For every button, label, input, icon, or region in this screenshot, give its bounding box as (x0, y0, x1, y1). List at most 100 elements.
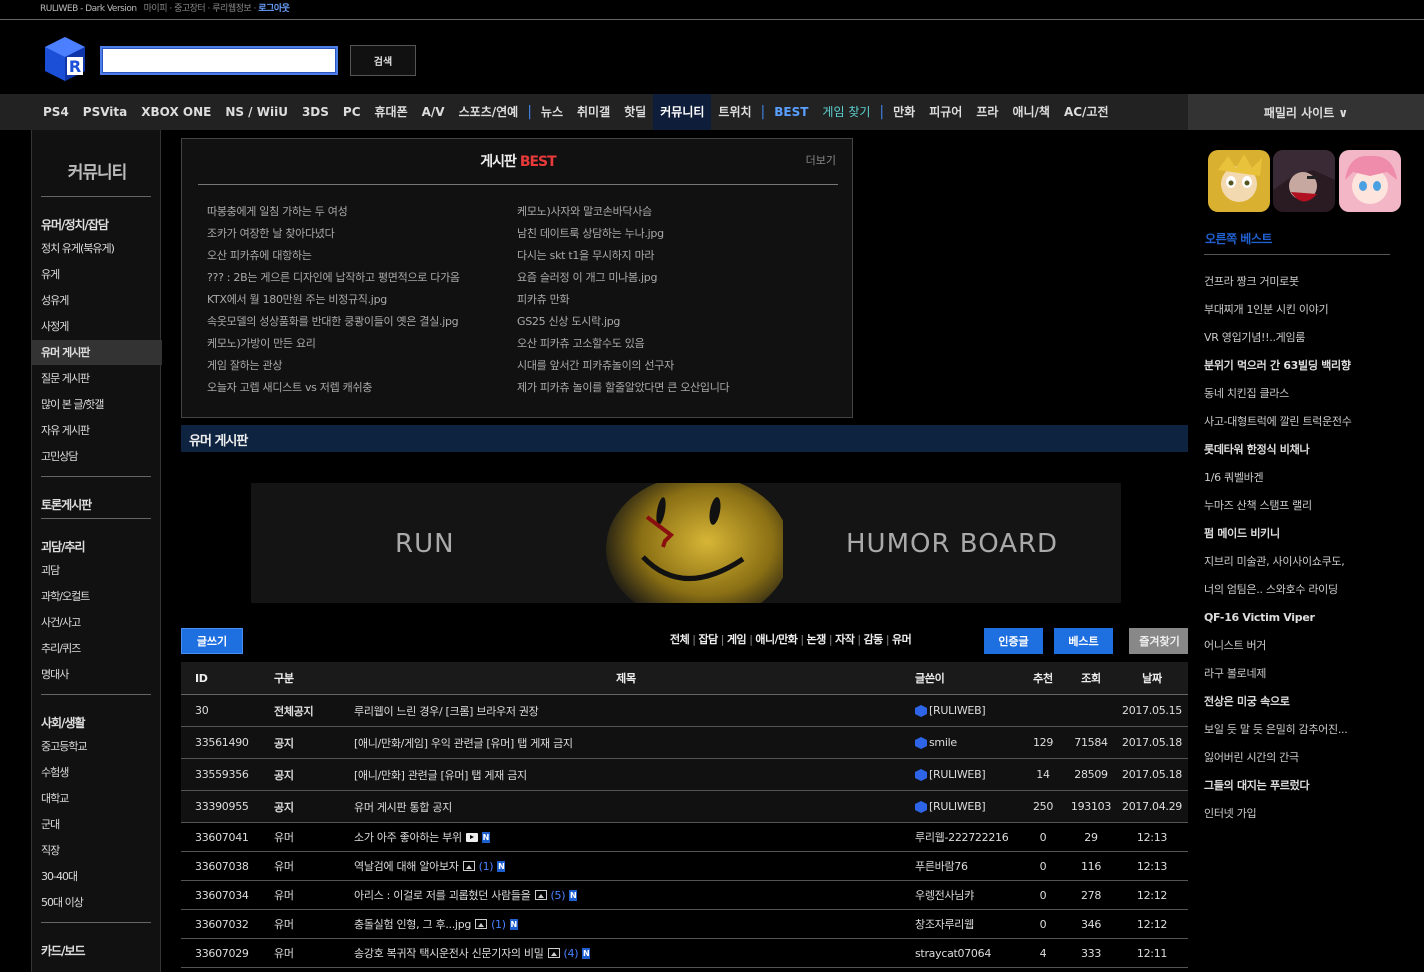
sidebar-item[interactable]: 사건/사고 (32, 610, 162, 635)
category-filter[interactable]: 유머 (892, 633, 912, 646)
comment-count[interactable]: (5) (551, 889, 566, 902)
sidebar-section-heading[interactable]: 토론게시판 (41, 496, 92, 513)
nav-item[interactable]: 트위치 (711, 94, 758, 130)
post-title-link[interactable]: 충돌실험 인형, 그 후...jpg (354, 916, 471, 932)
post-writer[interactable]: [RULIWEB] (915, 695, 986, 726)
right-best-item[interactable]: 분위기 먹으러 간 63빌딩 백리향 (1204, 352, 1352, 380)
right-best-item[interactable]: 건프라 짱크 거미로봇 (1204, 268, 1352, 296)
best-post-link[interactable]: 오산 피카츄 고소할수도 있음 (517, 333, 729, 355)
sidebar-item[interactable]: 중고등학교 (32, 734, 162, 759)
nav-item[interactable]: 뉴스 (534, 94, 570, 130)
best-post-link[interactable]: GS25 신상 도시락.jpg (517, 311, 729, 333)
post-row[interactable]: 33607032 유머 충돌실험 인형, 그 후...jpg (1) N 창조자루리웹 0 3… (181, 910, 1190, 939)
post-title-link[interactable]: 유머 게시판 통합 공지 (354, 791, 452, 822)
nav-item[interactable]: 게임 찾기 (815, 94, 877, 130)
sidebar-item[interactable]: 정치 유게(북유게) (32, 236, 162, 261)
post-writer[interactable]: 루리웹-222722216 (915, 823, 1009, 851)
sidebar-item[interactable]: 사정게 (32, 314, 162, 339)
certified-posts-button[interactable]: 인증글 (984, 628, 1043, 654)
sidebar-section-heading[interactable]: 사회/생활 (41, 714, 86, 731)
search-button[interactable]: 검색 (350, 45, 416, 76)
post-writer[interactable]: [RULIWEB] (915, 759, 986, 790)
comment-count[interactable]: (4) (564, 947, 579, 960)
post-title-link[interactable]: 역날검에 대해 알아보자 (354, 858, 459, 874)
post-writer[interactable]: 우렝전사님캬 (915, 881, 974, 909)
nav-item[interactable]: PC (336, 94, 368, 130)
right-best-item[interactable]: 너의 엄팀은.. 스와호수 라이딩 (1204, 576, 1352, 604)
post-writer[interactable]: 푸른바람76 (915, 852, 968, 880)
best-posts-button[interactable]: 베스트 (1054, 628, 1113, 654)
right-best-item[interactable]: 동네 치킨집 클라스 (1204, 380, 1352, 408)
nav-item[interactable]: 핫딜 (617, 94, 653, 130)
nav-item[interactable]: 3DS (295, 94, 336, 130)
nav-item[interactable]: NS / WiiU (218, 94, 295, 130)
sidebar-item[interactable]: 군대 (32, 812, 162, 837)
best-post-link[interactable]: ??? : 2B는 게으른 디자인에 납작하고 평면적으로 다가옴 (207, 267, 460, 289)
sidebar-item[interactable]: 많이 본 글/핫갤 (32, 392, 162, 417)
post-title-link[interactable]: 아리스 : 이걸로 저를 괴롭혔던 사람들을 (354, 887, 531, 903)
post-title-link[interactable]: 소가 아주 좋아하는 부위 (354, 829, 462, 845)
right-best-item[interactable]: VR 영입기념!!..게임룸 (1204, 324, 1352, 352)
sidebar-item[interactable]: 대학교 (32, 786, 162, 811)
nav-item[interactable]: XBOX ONE (134, 94, 218, 130)
best-post-link[interactable]: 시대를 앞서간 피카츄놀이의 선구자 (517, 355, 729, 377)
right-best-item[interactable]: 인터넷 가입 (1204, 800, 1352, 828)
nav-item[interactable]: 커뮤니티 (653, 94, 712, 130)
avatar-pink-hair-icon[interactable] (1339, 150, 1401, 212)
post-writer[interactable]: straycat07064 (915, 939, 991, 967)
ruliweb-logo-icon[interactable]: R (41, 35, 89, 83)
best-post-link[interactable]: 속옷모델의 성상품화를 반대한 쿵쾅이들이 옛은 결실.jpg (207, 311, 460, 333)
right-best-item[interactable]: 롯데타워 한정식 비채나 (1204, 436, 1352, 464)
nav-item[interactable]: 스포츠/연예 (452, 94, 526, 130)
site-version-link[interactable]: RULIWEB - Dark Version (40, 4, 137, 14)
right-best-item[interactable]: 누마즈 산책 스탬프 랠리 (1204, 492, 1352, 520)
post-title-link[interactable]: 루리웹이 느린 경우/ [크롬] 브라우저 권장 (354, 695, 539, 726)
category-filter[interactable]: 자작 (835, 633, 855, 646)
sidebar-item[interactable]: 유게 (32, 262, 162, 287)
right-best-item[interactable]: 어니스트 버거 (1204, 632, 1352, 660)
search-input[interactable] (100, 46, 338, 75)
sidebar-item[interactable]: 직장 (32, 838, 162, 863)
category-filter[interactable]: 잡담 (698, 633, 718, 646)
best-post-link[interactable]: 남친 데이트룩 상담하는 누나.jpg (517, 223, 729, 245)
category-filter[interactable]: 전체 (670, 633, 690, 646)
post-title-link[interactable]: [애니/만화] 관련글 [유머] 탭 게재 금지 (354, 759, 527, 790)
nav-item[interactable]: PSVita (76, 94, 134, 130)
family-site-dropdown[interactable]: 패밀리 사이트 ∨ (1188, 94, 1424, 130)
sidebar-item[interactable]: 성유게 (32, 288, 162, 313)
best-post-link[interactable]: 오늘자 고렙 새디스트 vs 저렙 캐쉬충 (207, 377, 460, 399)
post-row[interactable]: 33607034 유머 아리스 : 이걸로 저를 괴롭혔던 사람들을 (5) N 우렝전사… (181, 881, 1190, 910)
best-post-link[interactable]: 다시는 skt t1을 무시하지 마라 (517, 245, 729, 267)
sidebar-item[interactable]: 추리/퀴즈 (32, 636, 162, 661)
best-post-link[interactable]: 게임 잘하는 관상 (207, 355, 460, 377)
nav-item[interactable]: PS4 (36, 94, 76, 130)
right-best-item[interactable]: 펌 메이드 비키니 (1204, 520, 1352, 548)
nav-item[interactable]: 만화 (886, 94, 922, 130)
best-post-link[interactable]: 케모노)가방이 만든 요리 (207, 333, 460, 355)
avatar-dark-character-icon[interactable] (1273, 150, 1335, 212)
nav-item[interactable]: 취미갤 (570, 94, 617, 130)
post-title[interactable]: 아리스 : 이걸로 저를 괴롭혔던 사람들을 (5) N (354, 881, 578, 909)
post-title-link[interactable]: [애니/만화/게임] 우익 관련글 [유머] 탭 게재 금지 (354, 727, 573, 758)
right-best-item[interactable]: 잃어버린 시간의 간극 (1204, 744, 1352, 772)
logout-link[interactable]: 로그아웃 (258, 4, 290, 14)
best-post-link[interactable]: KTX에서 월 180만원 주는 비정규직.jpg (207, 289, 460, 311)
sidebar-item[interactable]: 질문 게시판 (32, 366, 162, 391)
nav-item[interactable]: 피규어 (922, 94, 969, 130)
post-title[interactable]: 역날검에 대해 알아보자 (1) N (354, 852, 506, 880)
write-post-button[interactable]: 글쓰기 (181, 628, 243, 654)
sidebar-item[interactable]: 괴담 (32, 558, 162, 583)
best-post-link[interactable]: 피카츄 만화 (517, 289, 729, 311)
nav-item[interactable]: 프라 (969, 94, 1005, 130)
utility-links[interactable]: 마이피 · 중고장터 · 루리웹정보 · (144, 4, 257, 14)
sidebar-item[interactable]: 자유 게시판 (32, 418, 162, 443)
best-post-link[interactable]: 오산 피카츄에 대항하는 (207, 245, 460, 267)
sidebar-item[interactable]: 50대 이상 (32, 890, 162, 915)
sidebar-item[interactable]: 과학/오컬트 (32, 584, 162, 609)
right-best-item[interactable]: 지브리 미술관, 사이사이쇼쿠도, (1204, 548, 1352, 576)
post-writer[interactable]: 창조자루리웹 (915, 910, 974, 938)
sidebar-item[interactable]: 명대사 (32, 662, 162, 687)
best-post-link[interactable]: 요즘 슬러정 이 개그 미나봄.jpg (517, 267, 729, 289)
sidebar-item[interactable]: 유머 게시판 (32, 340, 162, 365)
notice-row[interactable]: 33390955 공지 유머 게시판 통합 공지 [RULIWEB] 250 193103… (181, 791, 1190, 823)
